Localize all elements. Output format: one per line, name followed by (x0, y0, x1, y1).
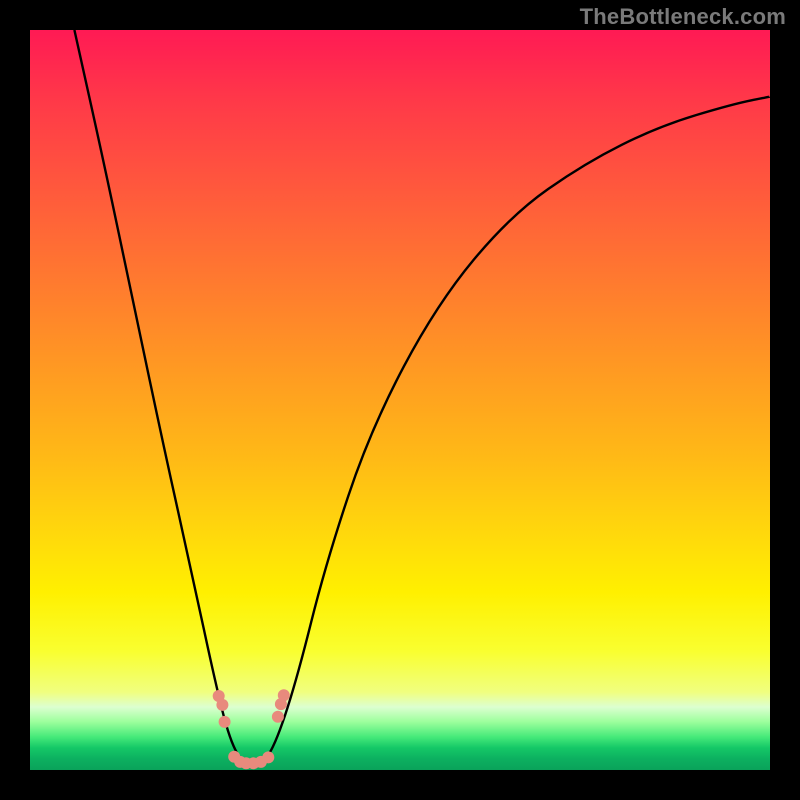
bead-dot (216, 699, 228, 711)
bead-dot (278, 689, 290, 701)
bead-dot (262, 751, 274, 763)
bead-dot (219, 716, 231, 728)
trough-beads (213, 689, 290, 769)
chart-frame: TheBottleneck.com (0, 0, 800, 800)
plot-area (30, 30, 770, 770)
bead-dot (272, 711, 284, 723)
bottleneck-curve-layer (30, 30, 770, 770)
bottleneck-curve (74, 30, 770, 766)
watermark-text: TheBottleneck.com (580, 4, 786, 30)
